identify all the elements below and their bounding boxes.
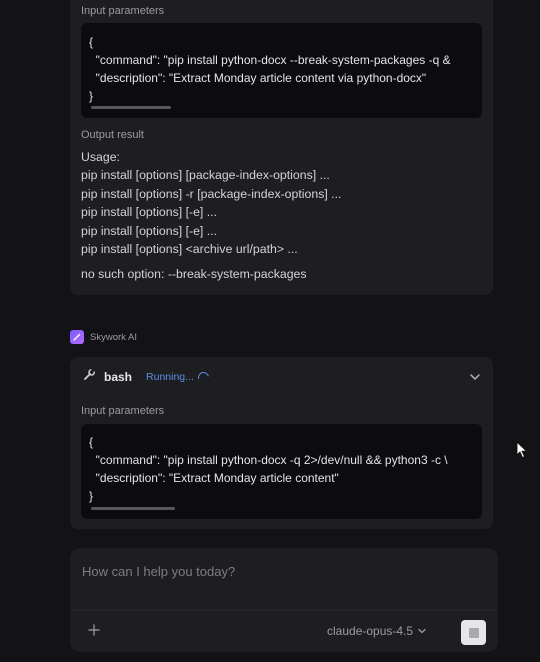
stop-icon — [468, 627, 479, 638]
code-line: "command": "pip install python-docx -q 2… — [89, 453, 448, 467]
input-parameters-label: Input parameters — [81, 405, 165, 417]
output-line: no such option: --break-system-packages — [81, 267, 307, 281]
chevron-down-icon[interactable] — [469, 370, 481, 388]
code-line: } — [89, 489, 94, 503]
divider — [70, 610, 498, 611]
agent-header: Skywork AI — [70, 329, 137, 345]
output-line: pip install [options] -r [package-index-… — [81, 187, 342, 201]
input-parameters-label: Input parameters — [81, 5, 165, 17]
code-line: } — [89, 89, 94, 103]
model-selector[interactable]: claude-opus-4.5 — [327, 624, 427, 638]
output-line: pip install [options] <archive url/path>… — [81, 242, 298, 256]
output-line: pip install [options] [-e] ... — [81, 224, 218, 238]
status-running: Running... — [146, 371, 194, 383]
code-line: "description": "Extract Monday article c… — [89, 471, 339, 485]
tool-call-card-bash: bash Running... Input parameters { "comm… — [70, 357, 493, 529]
wrench-icon — [83, 368, 96, 386]
stop-button[interactable] — [461, 620, 486, 645]
horizontal-scrollbar[interactable] — [91, 507, 175, 510]
tool-name: bash — [104, 370, 133, 384]
input-code-block: { "command": "pip install python-docx -q… — [81, 424, 482, 519]
agent-name: Skywork AI — [90, 331, 137, 343]
chevron-down-icon — [417, 626, 427, 636]
plus-icon[interactable] — [87, 623, 101, 637]
code-line: "description": "Extract Monday article c… — [89, 71, 427, 85]
input-code-block: { "command": "pip install python-docx --… — [81, 23, 482, 118]
spinner-icon — [195, 369, 211, 385]
code-line: { — [89, 35, 94, 49]
output-result-label: Output result — [81, 129, 144, 141]
output-line: pip install [options] [-e] ... — [81, 205, 218, 219]
output-line: Usage: — [81, 150, 120, 164]
mouse-cursor-icon — [516, 441, 528, 464]
code-line: { — [89, 435, 94, 449]
chat-composer: claude-opus-4.5 — [70, 548, 498, 652]
model-name: claude-opus-4.5 — [327, 624, 414, 638]
wand-icon — [70, 330, 84, 344]
horizontal-scrollbar[interactable] — [91, 106, 171, 109]
tool-call-card-previous: Input parameters { "command": "pip insta… — [70, 0, 493, 295]
code-line: "command": "pip install python-docx --br… — [89, 53, 451, 67]
message-input[interactable] — [82, 564, 482, 579]
output-line: pip install [options] [package-index-opt… — [81, 168, 330, 182]
tool-header[interactable]: bash Running... — [83, 368, 211, 386]
